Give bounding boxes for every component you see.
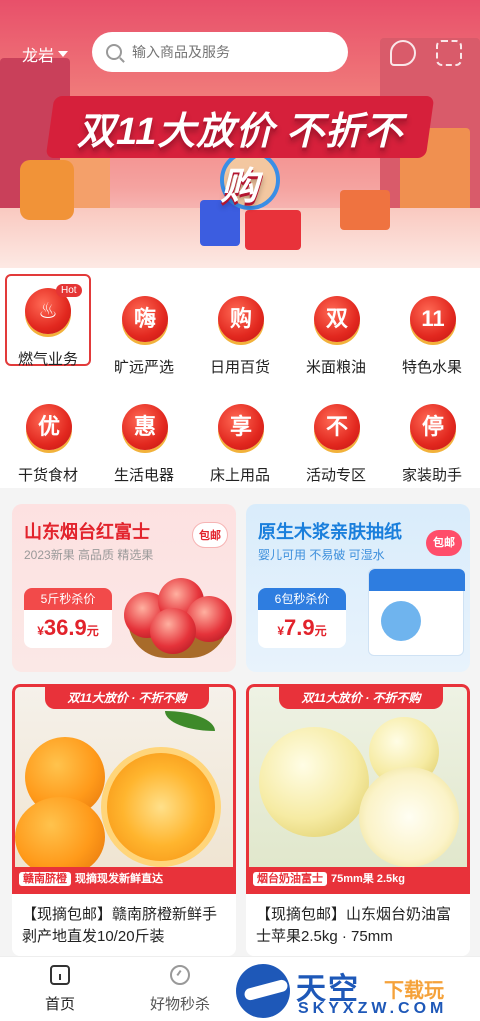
watermark-en: SKYXZW.COM: [298, 1000, 448, 1017]
category-icon: 购: [218, 296, 264, 342]
flash-sale-section: 山东烟台红富士 2023新果 高品质 精选果 包邮 5斤秒杀价 ¥36.9元 原…: [0, 488, 480, 678]
category-special-fruit[interactable]: 11 特色水果: [384, 276, 480, 376]
category-dried-goods[interactable]: 优 干货食材: [0, 384, 96, 484]
product-image: 双11大放价 · 不折不购 烟台奶油富士 75mm果 2.5kg: [246, 684, 470, 894]
nav-label: 好物秒杀: [149, 996, 210, 1013]
category-icon: 11: [410, 296, 456, 342]
promo-subtitle: 婴儿可用 不易破 可湿水: [258, 548, 385, 562]
price-box: 5斤秒杀价 ¥36.9元: [24, 588, 112, 648]
promo-ribbon: 双11大放价 · 不折不购: [279, 687, 443, 709]
nav-flash-sale[interactable]: 好物秒杀: [130, 965, 230, 1014]
category-label: 床上用品: [209, 467, 270, 484]
category-icon: 嗨: [122, 296, 168, 342]
band-chip: 烟台奶油富士: [253, 872, 327, 886]
category-icon: 享: [218, 404, 264, 450]
globe-logo-icon: [236, 964, 290, 1018]
tissue-pack-image: [368, 568, 465, 656]
category-icon: 优: [26, 404, 72, 450]
shopping-bag-illustration: [20, 160, 74, 220]
home-icon: [50, 965, 70, 985]
category-home-decor[interactable]: 停 家装助手: [384, 384, 480, 484]
category-icon: 双: [314, 296, 360, 342]
search-input[interactable]: [132, 44, 332, 60]
product-card-orange[interactable]: 双11大放价 · 不折不购 赣南脐橙 现摘现发新鲜直达 【现摘包邮】赣南脐橙新鲜手…: [12, 684, 236, 956]
price-label: 6包秒杀价: [258, 588, 346, 610]
band-chip: 赣南脐橙: [19, 872, 71, 886]
free-shipping-badge: 包邮: [192, 522, 228, 548]
tissue-logo: [381, 601, 421, 641]
product-card-apple[interactable]: 双11大放价 · 不折不购 烟台奶油富士 75mm果 2.5kg 【现摘包邮】山东…: [246, 684, 470, 956]
banner-floor: [0, 208, 480, 268]
city-label: 龙岩: [22, 48, 55, 65]
orange-shape: [15, 797, 105, 877]
nav-label: 首页: [44, 996, 75, 1013]
apple-slice-shape: [359, 767, 459, 867]
city-selector[interactable]: 龙岩: [22, 42, 69, 66]
promo-subtitle: 2023新果 高品质 精选果: [24, 548, 154, 562]
chevron-down-icon: [58, 51, 69, 57]
category-grid: ♨ Hot 燃气业务 嗨 旷远严选 购 日用百货 双 米面粮油 11 特色水果 …: [0, 268, 480, 488]
product-feed: 双11大放价 · 不折不购 赣南脐橙 现摘现发新鲜直达 【现摘包邮】赣南脐橙新鲜手…: [0, 678, 480, 956]
product-band: 烟台奶油富士 75mm果 2.5kg: [249, 867, 467, 891]
gift-box-illustration: [340, 190, 390, 230]
category-label: 生活电器: [113, 467, 174, 484]
category-label: 家装助手: [401, 467, 462, 484]
product-band: 赣南脐橙 现摘现发新鲜直达: [15, 867, 233, 891]
category-label: 日用百货: [209, 359, 270, 376]
price-value: ¥7.9元: [277, 615, 327, 640]
category-label: 燃气业务: [17, 351, 78, 368]
category-label: 特色水果: [401, 359, 462, 376]
scan-icon[interactable]: [436, 40, 462, 66]
gift-box-illustration: [245, 210, 301, 250]
category-icon: 停: [410, 404, 456, 450]
promo-card-tissue[interactable]: 原生木浆亲肤抽纸 婴儿可用 不易破 可湿水 包邮 6包秒杀价 ¥7.9元: [246, 504, 470, 672]
orange-slice-shape: [101, 747, 221, 867]
watermark-cn-accent: 下载玩: [384, 980, 444, 1002]
free-shipping-badge: 包邮: [426, 530, 462, 556]
category-rice-oil[interactable]: 双 米面粮油: [288, 276, 384, 376]
category-bedding[interactable]: 享 床上用品: [192, 384, 288, 484]
search-icon: [106, 44, 122, 60]
category-icon: 惠: [122, 404, 168, 450]
category-label: 活动专区: [305, 467, 366, 484]
category-label: 米面粮油: [305, 359, 366, 376]
promo-title: 山东烟台红富士: [24, 522, 150, 542]
category-events[interactable]: 不 活动专区: [288, 384, 384, 484]
promo-ribbon: 双11大放价 · 不折不购: [45, 687, 209, 709]
product-image: 双11大放价 · 不折不购 赣南脐橙 现摘现发新鲜直达: [12, 684, 236, 894]
category-icon: 不: [314, 404, 360, 450]
search-bar[interactable]: [92, 32, 348, 72]
site-watermark: 天空 下载玩 SKYXZW.COM: [236, 962, 476, 1020]
category-kuangyuan-select[interactable]: 嗨 旷远严选: [96, 276, 192, 376]
category-daily-goods[interactable]: 购 日用百货: [192, 276, 288, 376]
tissue-pack-top: [369, 569, 465, 591]
promo-title: 原生木浆亲肤抽纸: [258, 522, 402, 542]
apple-shape: [259, 727, 369, 837]
hot-badge: Hot: [56, 284, 82, 297]
band-text: 现摘现发新鲜直达: [75, 873, 163, 885]
banner-headline: 双11大放价 不折不购: [76, 111, 403, 208]
promo-card-apple[interactable]: 山东烟台红富士 2023新果 高品质 精选果 包邮 5斤秒杀价 ¥36.9元: [12, 504, 236, 672]
band-text: 75mm果 2.5kg: [331, 873, 405, 885]
top-bar: 龙岩: [0, 32, 480, 76]
category-label: 干货食材: [17, 467, 78, 484]
product-name: 【现摘包邮】山东烟台奶油富士苹果2.5kg · 75mm: [256, 906, 452, 945]
category-appliances[interactable]: 惠 生活电器: [96, 384, 192, 484]
category-label: 旷远严选: [113, 359, 174, 376]
leaf-shape: [165, 711, 215, 731]
nav-home[interactable]: 首页: [10, 965, 110, 1014]
price-box: 6包秒杀价 ¥7.9元: [258, 588, 346, 648]
apple-shape: [150, 608, 196, 654]
promo-banner[interactable]: 双11大放价 不折不购 龙岩: [0, 0, 480, 268]
price-label: 5斤秒杀价: [24, 588, 112, 610]
apple-basket-image: [120, 574, 232, 664]
category-gas-service[interactable]: ♨ Hot 燃气业务: [5, 274, 91, 368]
product-name: 【现摘包邮】赣南脐橙新鲜手剥产地直发10/20斤装: [22, 906, 218, 945]
price-value: ¥36.9元: [37, 615, 99, 640]
clock-icon: [170, 965, 190, 985]
message-icon[interactable]: [390, 40, 416, 66]
